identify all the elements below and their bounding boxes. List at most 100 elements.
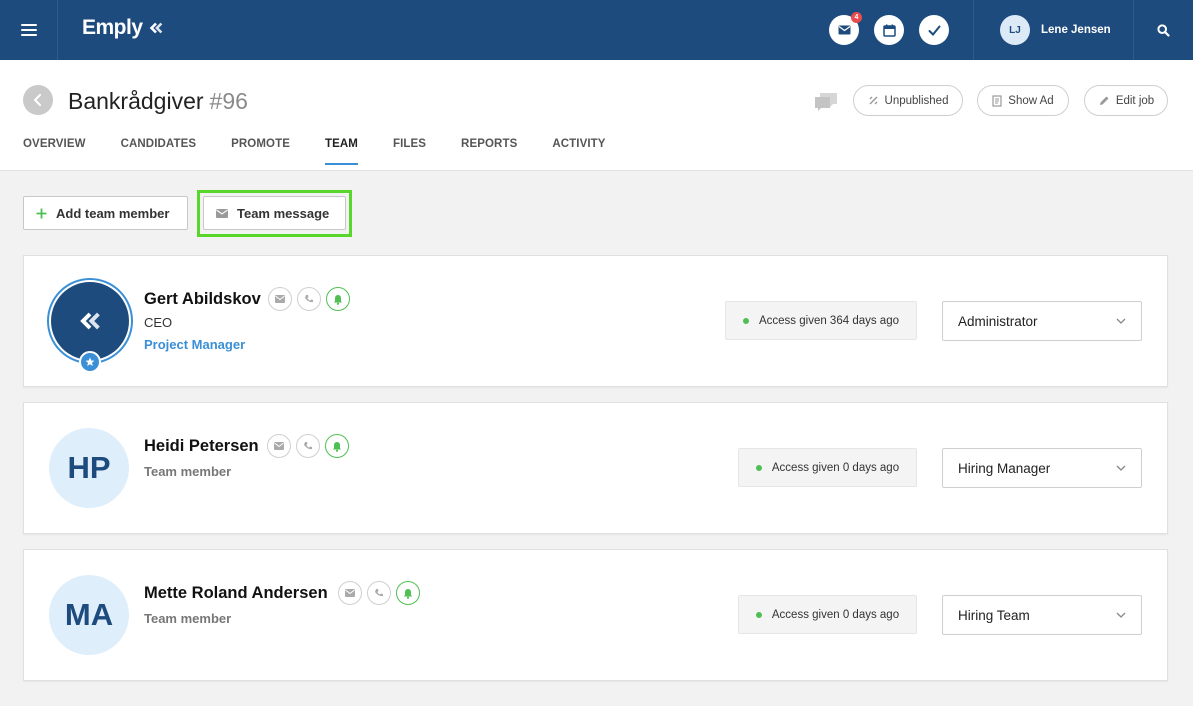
edit-job-label: Edit job	[1115, 94, 1155, 107]
user-menu[interactable]: LJ Lene Jensen	[1000, 15, 1111, 45]
email-member-button[interactable]	[268, 287, 292, 311]
menu-button[interactable]	[0, 0, 58, 60]
chevron-down-icon	[1116, 465, 1126, 471]
mail-icon	[274, 442, 284, 450]
top-navigation-bar: Emply 4 LJ Lene Jensen	[0, 0, 1193, 60]
mail-icon	[275, 295, 285, 303]
status-dot	[755, 611, 762, 618]
member-name: Mette Roland Andersen	[144, 584, 328, 602]
access-text: Access given 364 days ago	[758, 314, 899, 327]
user-name: Lene Jensen	[1041, 24, 1111, 36]
member-subtitle: Team member	[144, 611, 232, 626]
member-subtitle: Team member	[144, 464, 232, 479]
add-team-member-button[interactable]: Add team member	[23, 196, 188, 230]
calendar-button[interactable]	[874, 15, 904, 45]
role-value: Administrator	[958, 313, 1038, 329]
call-member-button[interactable]	[297, 287, 321, 311]
mail-badge: 4	[851, 12, 862, 23]
access-status: Access given 364 days ago	[725, 301, 917, 340]
show-ad-button[interactable]: Show Ad	[977, 85, 1069, 116]
avatar-image	[51, 282, 129, 360]
bell-icon	[334, 294, 342, 305]
contact-actions	[268, 287, 350, 311]
team-message-button[interactable]: Team message	[203, 196, 346, 230]
member-title: CEO	[144, 315, 173, 330]
call-member-button[interactable]	[296, 434, 320, 458]
notifications-button[interactable]	[325, 434, 349, 458]
notifications-button[interactable]	[326, 287, 350, 311]
job-number: #96	[209, 88, 248, 114]
job-tabs: OVERVIEW CANDIDATES PROMOTE TEAM FILES R…	[23, 138, 641, 165]
status-dot	[742, 317, 749, 324]
role-value: Hiring Manager	[958, 460, 1051, 476]
tasks-button[interactable]	[919, 15, 949, 45]
status-dot	[755, 464, 762, 471]
plus-icon	[36, 208, 47, 218]
job-title-text: Bankrådgiver	[68, 88, 204, 114]
call-member-button[interactable]	[367, 581, 391, 605]
user-avatar: LJ	[1000, 15, 1030, 45]
role-value: Hiring Team	[958, 607, 1030, 623]
bell-icon	[333, 441, 341, 452]
search-icon	[1157, 23, 1170, 37]
star-icon	[85, 357, 95, 366]
team-member-card: HP Heidi Petersen Team member Access giv…	[23, 402, 1168, 534]
logo-text: Emply	[82, 16, 143, 39]
comments-icon[interactable]	[813, 91, 839, 113]
tab-team[interactable]: TEAM	[324, 138, 358, 165]
chevron-left-icon	[33, 94, 41, 106]
add-team-member-label: Add team member	[56, 205, 170, 221]
access-status: Access given 0 days ago	[738, 448, 917, 487]
chevron-down-icon	[1116, 318, 1126, 324]
avatar[interactable]: HP	[49, 428, 129, 508]
contact-actions	[267, 434, 349, 458]
unpublished-label: Unpublished	[884, 94, 949, 107]
role-select[interactable]: Administrator	[942, 301, 1142, 341]
edit-job-button[interactable]: Edit job	[1084, 85, 1168, 116]
pencil-icon	[1099, 96, 1109, 105]
access-text: Access given 0 days ago	[771, 608, 900, 621]
unpublish-icon	[869, 96, 878, 105]
avatar[interactable]: MA	[49, 575, 129, 655]
role-select[interactable]: Hiring Team	[942, 595, 1142, 635]
access-text: Access given 0 days ago	[771, 461, 900, 474]
mail-icon	[345, 589, 355, 597]
menu-icon	[20, 24, 37, 36]
app-logo[interactable]: Emply	[82, 16, 165, 40]
tab-files[interactable]: FILES	[393, 138, 426, 165]
member-name: Heidi Petersen	[144, 437, 259, 455]
email-member-button[interactable]	[338, 581, 362, 605]
chevron-down-icon	[1116, 612, 1126, 618]
access-status: Access given 0 days ago	[738, 595, 917, 634]
notifications-button[interactable]	[396, 581, 420, 605]
tab-candidates[interactable]: CANDIDATES	[121, 138, 197, 165]
logo-mark-icon	[149, 22, 162, 34]
tab-promote[interactable]: PROMOTE	[231, 138, 290, 165]
team-member-card: Gert Abildskov CEO Project Manager Acces…	[23, 255, 1168, 387]
phone-icon	[375, 589, 383, 597]
email-member-button[interactable]	[267, 434, 291, 458]
contact-actions	[338, 581, 420, 605]
role-select[interactable]: Hiring Manager	[942, 448, 1142, 488]
mail-icon	[838, 25, 850, 35]
show-ad-label: Show Ad	[1008, 94, 1054, 107]
bell-icon	[404, 588, 412, 599]
phone-icon	[304, 442, 312, 450]
unpublished-button[interactable]: Unpublished	[853, 85, 963, 116]
member-role-link[interactable]: Project Manager	[144, 337, 245, 352]
search-button[interactable]	[1134, 0, 1193, 60]
star-badge	[79, 351, 101, 373]
tab-activity[interactable]: ACTIVITY	[552, 138, 605, 165]
mail-button[interactable]: 4	[829, 12, 862, 45]
tab-overview[interactable]: OVERVIEW	[23, 138, 86, 165]
emply-logo-icon	[80, 312, 100, 330]
nav-divider	[973, 0, 974, 60]
job-header: Bankrådgiver #96 Unpublished Show Ad Edit…	[0, 60, 1193, 171]
back-button[interactable]	[23, 85, 53, 115]
team-message-label: Team message	[237, 205, 330, 221]
check-icon	[928, 25, 940, 36]
tab-reports[interactable]: REPORTS	[461, 138, 517, 165]
page-title: Bankrådgiver #96	[68, 88, 248, 115]
mail-icon	[216, 208, 228, 218]
calendar-icon	[882, 24, 896, 37]
